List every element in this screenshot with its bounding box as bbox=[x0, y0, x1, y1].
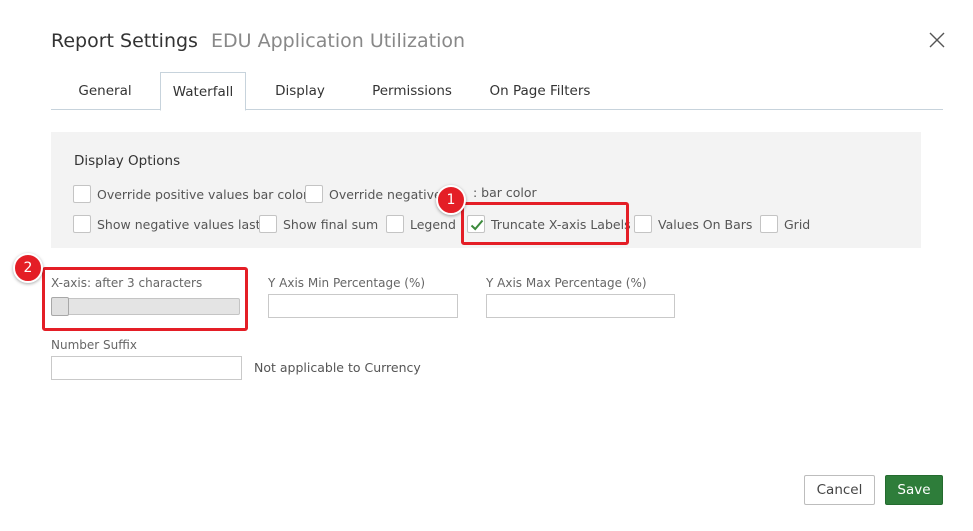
option-legend[interactable]: Legend bbox=[386, 215, 456, 233]
option-label-continuation: : bar color bbox=[473, 185, 537, 200]
option-label: Override positive values bar color bbox=[97, 186, 309, 202]
checkbox[interactable] bbox=[386, 215, 404, 233]
tab-on-page-filters[interactable]: On Page Filters bbox=[481, 72, 599, 110]
option-override-positive-color[interactable]: Override positive values bar color bbox=[73, 185, 308, 203]
option-label: Values On Bars bbox=[658, 216, 753, 232]
annotation-badge-1: 1 bbox=[436, 185, 466, 215]
annotation-highlight-2 bbox=[42, 267, 248, 331]
y-max-input[interactable] bbox=[486, 294, 675, 318]
tab-permissions[interactable]: Permissions bbox=[354, 72, 470, 110]
close-icon[interactable] bbox=[926, 29, 948, 51]
checkbox[interactable] bbox=[760, 215, 778, 233]
tab-bar: General Waterfall Display Permissions On… bbox=[51, 72, 943, 111]
save-button[interactable]: Save bbox=[885, 475, 943, 505]
dialog-title-row: Report Settings EDU Application Utilizat… bbox=[51, 30, 465, 52]
option-show-final-sum[interactable]: Show final sum bbox=[259, 215, 378, 233]
tab-waterfall[interactable]: Waterfall bbox=[160, 72, 246, 111]
option-label: : bar color bbox=[473, 185, 537, 200]
option-label: Override negative bbox=[329, 186, 442, 202]
option-values-on-bars[interactable]: Values On Bars bbox=[634, 215, 752, 233]
number-suffix-input[interactable] bbox=[51, 356, 242, 380]
option-show-negative-last[interactable]: Show negative values last bbox=[73, 215, 261, 233]
checkbox[interactable] bbox=[305, 185, 323, 203]
checkbox[interactable] bbox=[73, 185, 91, 203]
option-label: Grid bbox=[784, 216, 811, 232]
annotation-badge-2: 2 bbox=[13, 253, 43, 283]
option-grid[interactable]: Grid bbox=[760, 215, 810, 233]
dialog-subtitle: EDU Application Utilization bbox=[211, 30, 466, 52]
checkbox[interactable] bbox=[634, 215, 652, 233]
dialog-title: Report Settings bbox=[51, 30, 198, 52]
cancel-button[interactable]: Cancel bbox=[804, 475, 875, 505]
y-max-label: Y Axis Max Percentage (%) bbox=[486, 276, 647, 290]
checkbox[interactable] bbox=[73, 215, 91, 233]
option-label: Show final sum bbox=[283, 216, 379, 232]
option-label: Legend bbox=[410, 216, 456, 232]
option-label: Show negative values last bbox=[97, 216, 261, 232]
y-min-label: Y Axis Min Percentage (%) bbox=[268, 276, 426, 290]
display-options-heading: Display Options bbox=[74, 153, 181, 169]
tab-general[interactable]: General bbox=[51, 72, 159, 110]
suffix-note: Not applicable to Currency bbox=[254, 360, 421, 375]
tab-display[interactable]: Display bbox=[263, 72, 337, 110]
number-suffix-label: Number Suffix bbox=[51, 338, 137, 352]
checkbox[interactable] bbox=[259, 215, 277, 233]
y-min-input[interactable] bbox=[268, 294, 458, 318]
option-override-negative-color[interactable]: Override negative bbox=[305, 185, 442, 203]
annotation-highlight-1 bbox=[461, 202, 629, 245]
